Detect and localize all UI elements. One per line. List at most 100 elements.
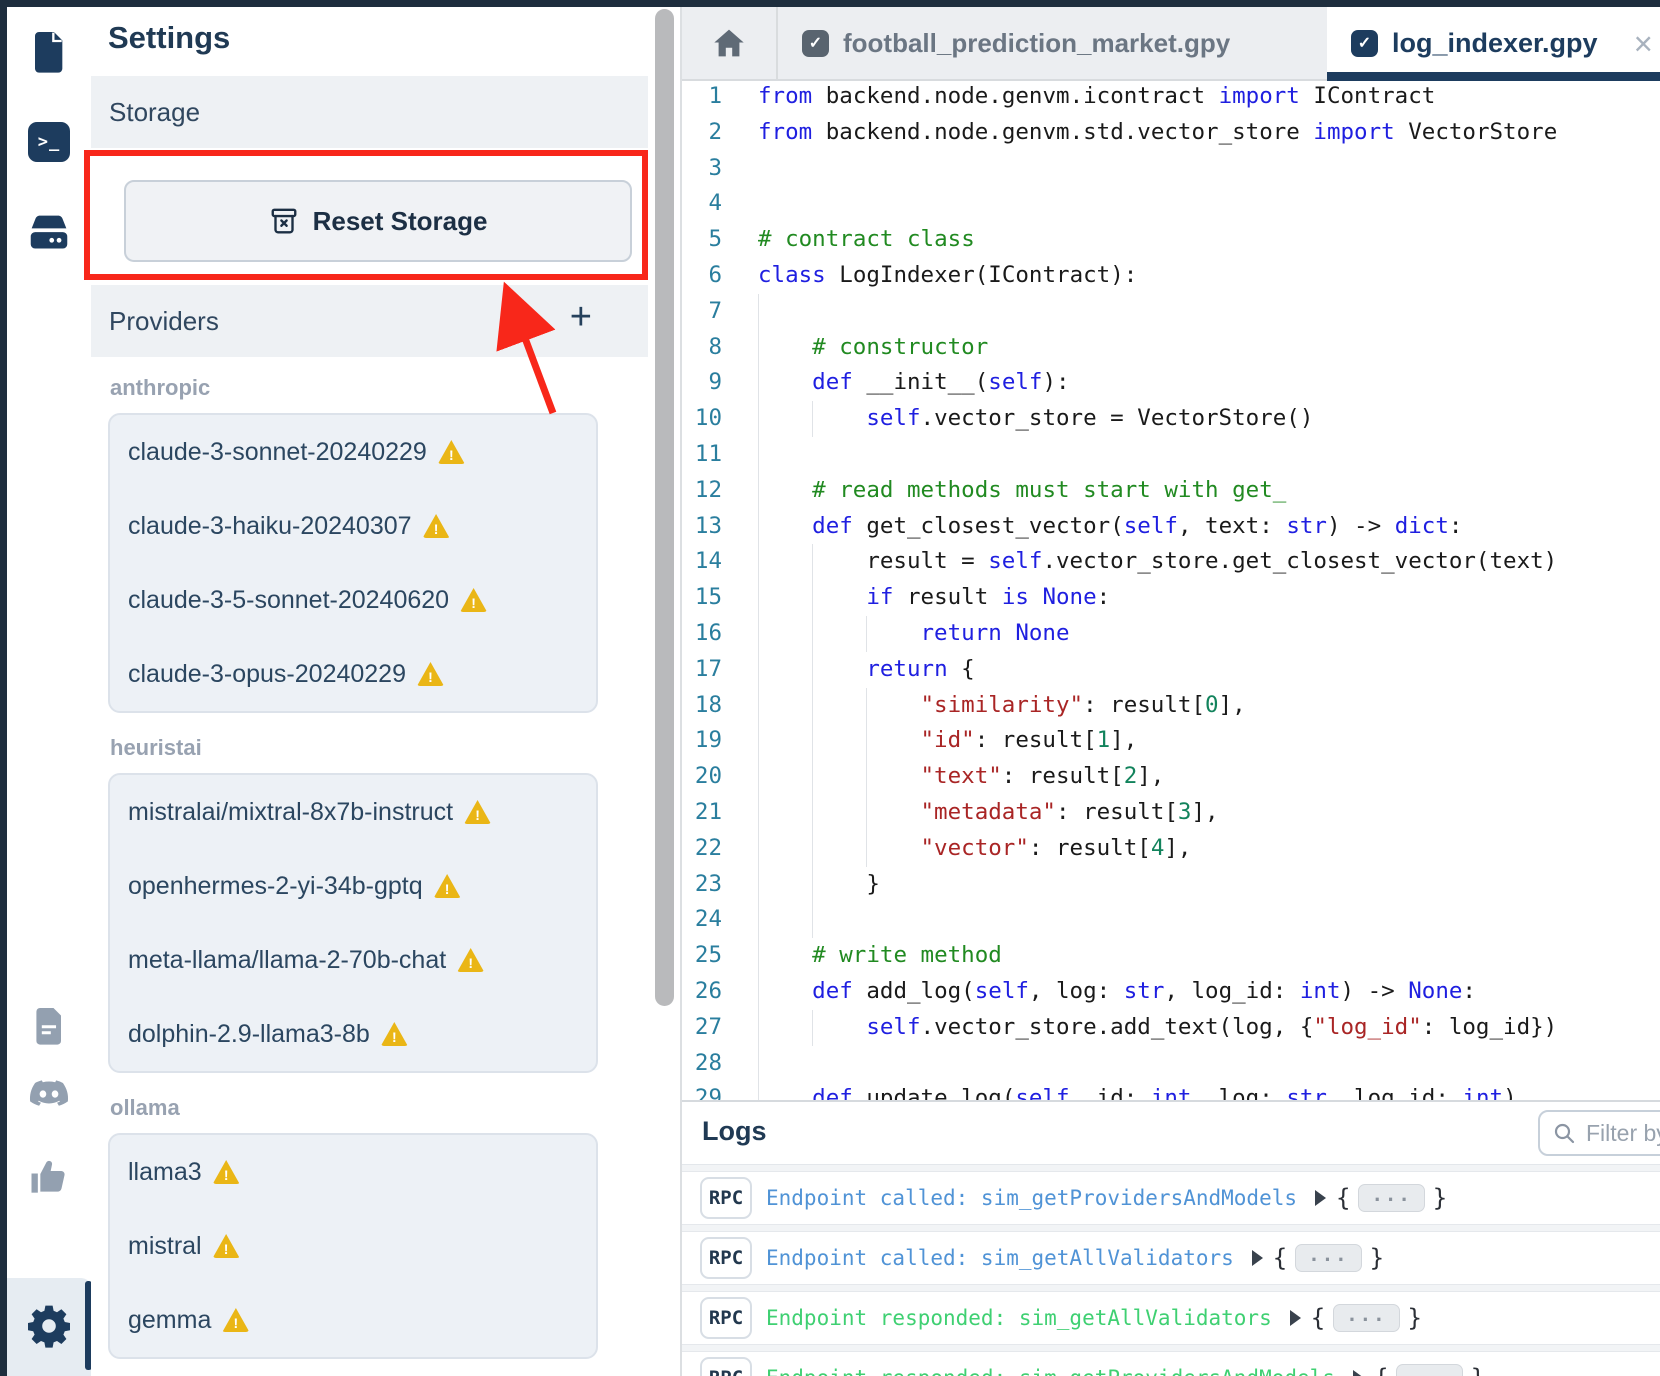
log-entry[interactable]: RPCEndpoint responded: sim_getAllValidat… bbox=[682, 1291, 1660, 1345]
code-token: ) -> bbox=[1341, 978, 1409, 1004]
code-token: : result[ bbox=[1029, 835, 1151, 861]
log-entry[interactable]: RPCEndpoint called: sim_getAllValidators… bbox=[682, 1231, 1660, 1285]
collapsed-json-chip[interactable]: ... bbox=[1396, 1364, 1462, 1376]
brace-close: } bbox=[1408, 1304, 1422, 1332]
code-line-text: return None bbox=[758, 616, 1070, 652]
code-token: backend.node.genvm.std.vector_store bbox=[812, 119, 1313, 145]
model-item[interactable]: meta-llama/llama-2-70b-chat bbox=[110, 923, 596, 997]
provider-model-list: claude-3-sonnet-20240229claude-3-haiku-2… bbox=[108, 413, 598, 713]
warning-icon bbox=[213, 1234, 240, 1258]
reset-storage-label: Reset Storage bbox=[313, 206, 488, 237]
code-line: 19"id": result[1], bbox=[682, 723, 1660, 759]
indent-guide bbox=[812, 401, 866, 437]
model-item[interactable]: llama3 bbox=[110, 1135, 596, 1209]
sidebar-item-discord[interactable] bbox=[26, 1073, 72, 1119]
model-item[interactable]: claude-3-5-sonnet-20240620 bbox=[110, 563, 596, 637]
code-line: 21"metadata": result[3], bbox=[682, 795, 1660, 831]
logs-title: Logs bbox=[702, 1116, 767, 1147]
code-line: 26def add_log(self, log: str, log_id: in… bbox=[682, 974, 1660, 1010]
tabs-container: football_prediction_market.gpylog_indexe… bbox=[778, 7, 1660, 79]
code-token: ], bbox=[1110, 727, 1137, 753]
code-token: add_log( bbox=[853, 978, 975, 1004]
code-token: { bbox=[948, 656, 975, 682]
log-list: RPCEndpoint called: sim_getProvidersAndM… bbox=[682, 1165, 1660, 1376]
close-icon[interactable]: × bbox=[1634, 27, 1660, 60]
log-entry[interactable]: RPCEndpoint responded: sim_getProvidersA… bbox=[682, 1351, 1660, 1376]
page-title: Settings bbox=[108, 20, 230, 56]
collapsed-json-chip[interactable]: ... bbox=[1358, 1184, 1424, 1212]
code-token: ], bbox=[1191, 799, 1218, 825]
code-line: 8# constructor bbox=[682, 330, 1660, 366]
log-filter-input[interactable] bbox=[1584, 1119, 1660, 1148]
sidebar-item-contracts[interactable] bbox=[26, 29, 72, 75]
code-line-text: "text": result[2], bbox=[758, 759, 1164, 795]
code-token: return bbox=[921, 620, 1002, 646]
warning-icon bbox=[457, 948, 484, 972]
sidebar-item-terminal[interactable]: >_ bbox=[26, 119, 72, 165]
code-line: 9def __init__(self): bbox=[682, 365, 1660, 401]
line-number: 26 bbox=[682, 974, 722, 1010]
indent-guide bbox=[758, 652, 812, 688]
log-entry[interactable]: RPCEndpoint called: sim_getProvidersAndM… bbox=[682, 1171, 1660, 1225]
model-name-label: gemma bbox=[128, 1306, 211, 1335]
code-token: 4 bbox=[1151, 835, 1165, 861]
model-item[interactable]: claude-3-haiku-20240307 bbox=[110, 489, 596, 563]
model-item[interactable]: openhermes-2-yi-34b-gptq bbox=[110, 849, 596, 923]
code-token bbox=[1002, 620, 1016, 646]
search-icon bbox=[1552, 1121, 1576, 1145]
code-token: .vector_store.get_closest_vector(text) bbox=[1042, 548, 1557, 574]
settings-scrollbar-track bbox=[648, 7, 680, 1376]
code-token: } bbox=[866, 871, 880, 897]
line-number: 1 bbox=[682, 79, 722, 115]
code-token: "vector" bbox=[921, 835, 1029, 861]
add-provider-button[interactable]: + bbox=[564, 297, 598, 337]
model-item[interactable]: gemma bbox=[110, 1283, 596, 1357]
settings-scrollbar-thumb[interactable] bbox=[655, 9, 674, 1006]
tab-log_indexer.gpy[interactable]: log_indexer.gpy× bbox=[1327, 7, 1660, 79]
code-token: self bbox=[866, 1014, 920, 1040]
rpc-badge: RPC bbox=[700, 1177, 752, 1219]
sidebar-item-storage[interactable] bbox=[26, 210, 72, 256]
model-item[interactable]: dolphin-2.9-llama3-8b bbox=[110, 997, 596, 1071]
collapsed-json-chip[interactable]: ... bbox=[1295, 1244, 1361, 1272]
collapsed-json-chip[interactable]: ... bbox=[1333, 1304, 1399, 1332]
model-item[interactable]: mistralai/mixtral-8x7b-instruct bbox=[110, 775, 596, 849]
code-token: , id: bbox=[1070, 1085, 1151, 1100]
code-token bbox=[1029, 584, 1043, 610]
model-item[interactable]: mistral bbox=[110, 1209, 596, 1283]
code-token: , log_id: bbox=[1164, 978, 1299, 1004]
code-token: self bbox=[866, 405, 920, 431]
code-token: result bbox=[893, 584, 1001, 610]
providers-section-header: Providers + bbox=[91, 285, 648, 357]
sidebar-item-docs[interactable] bbox=[26, 1003, 72, 1049]
home-button[interactable] bbox=[682, 7, 778, 79]
sidebar-item-settings[interactable] bbox=[26, 1303, 72, 1349]
expand-caret-icon[interactable] bbox=[1252, 1250, 1263, 1266]
model-name-label: meta-llama/llama-2-70b-chat bbox=[128, 946, 446, 975]
indent-guide bbox=[758, 509, 812, 545]
reset-storage-button[interactable]: Reset Storage bbox=[124, 180, 632, 262]
code-editor[interactable]: 1from backend.node.genvm.icontract impor… bbox=[682, 79, 1660, 1100]
annotation-highlight-box: Reset Storage bbox=[84, 150, 648, 280]
model-item[interactable]: claude-3-opus-20240229 bbox=[110, 637, 596, 711]
model-item[interactable]: claude-3-sonnet-20240229 bbox=[110, 415, 596, 489]
line-number: 13 bbox=[682, 509, 722, 545]
warning-icon bbox=[460, 588, 487, 612]
expand-caret-icon[interactable] bbox=[1353, 1370, 1364, 1376]
indent-guide bbox=[866, 723, 920, 759]
indent-guide bbox=[758, 330, 812, 366]
line-number: 16 bbox=[682, 616, 722, 652]
code-line: 29def update_log(self, id: int, log: str… bbox=[682, 1081, 1660, 1100]
sidebar-item-feedback[interactable] bbox=[26, 1153, 72, 1199]
expand-caret-icon[interactable] bbox=[1315, 1190, 1326, 1206]
indent-guide bbox=[866, 759, 920, 795]
file-icon bbox=[29, 30, 69, 74]
code-token: : log_id}) bbox=[1422, 1014, 1557, 1040]
code-token: .vector_store = VectorStore() bbox=[921, 405, 1314, 431]
code-token: # write method bbox=[812, 942, 1002, 968]
code-token: import bbox=[1313, 119, 1394, 145]
line-number: 17 bbox=[682, 652, 722, 688]
expand-caret-icon[interactable] bbox=[1290, 1310, 1301, 1326]
tab-football_prediction_market.gpy[interactable]: football_prediction_market.gpy bbox=[778, 7, 1327, 79]
indent-guide bbox=[812, 580, 866, 616]
